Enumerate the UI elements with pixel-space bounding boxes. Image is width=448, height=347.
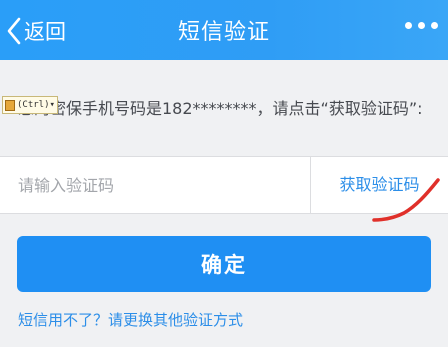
- phone-info-text: 您的密保手机号码是182********，请点击“获取验证码”:: [18, 99, 423, 118]
- dot: [431, 22, 438, 29]
- ime-indicator-label: (Ctrl): [17, 100, 50, 110]
- ime-indicator: (Ctrl) ▾: [2, 96, 58, 114]
- alternative-verification-link[interactable]: 短信用不了？请更换其他验证方式: [18, 309, 243, 330]
- confirm-button[interactable]: 确定: [17, 236, 431, 292]
- more-dots-icon[interactable]: [405, 22, 438, 29]
- page-title: 短信验证: [177, 20, 270, 45]
- dot: [418, 22, 425, 29]
- sms-verification-screen: 返回 短信验证 (Ctrl) ▾ 您的密保手机号码是182********，请点击…: [0, 0, 448, 347]
- dot: [405, 22, 412, 29]
- verification-code-row: 获取验证码: [0, 156, 448, 214]
- get-code-button[interactable]: 获取验证码: [311, 157, 448, 213]
- top-navbar: 返回 短信验证: [0, 0, 448, 60]
- verification-code-input[interactable]: [0, 157, 310, 213]
- clipboard-icon: [5, 99, 15, 111]
- caret-down-icon: ▾: [49, 100, 55, 110]
